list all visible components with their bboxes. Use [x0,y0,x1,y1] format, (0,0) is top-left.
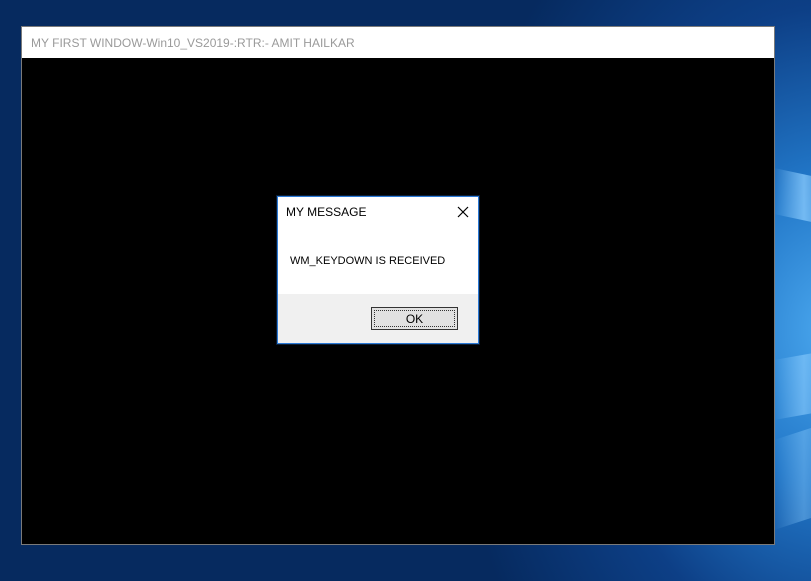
close-icon [457,206,469,218]
wallpaper-light-beam [774,168,811,227]
close-button[interactable] [448,197,478,227]
message-box-titlebar[interactable]: MY MESSAGE [278,197,478,227]
window-titlebar[interactable]: MY FIRST WINDOW-Win10_VS2019-:RTR:- AMIT… [22,27,774,58]
message-text: WM_KEYDOWN IS RECEIVED [290,254,446,267]
window-title: MY FIRST WINDOW-Win10_VS2019-:RTR:- AMIT… [31,35,355,50]
wallpaper-light-beam [774,420,811,530]
wallpaper-light-beam [774,349,811,420]
message-box-footer: OK [278,294,478,343]
ok-button[interactable]: OK [371,307,458,330]
message-box-dialog: MY MESSAGE WM_KEYDOWN IS RECEIVED OK [277,196,479,344]
message-box-title: MY MESSAGE [286,205,367,219]
message-box-body: WM_KEYDOWN IS RECEIVED [278,227,478,294]
